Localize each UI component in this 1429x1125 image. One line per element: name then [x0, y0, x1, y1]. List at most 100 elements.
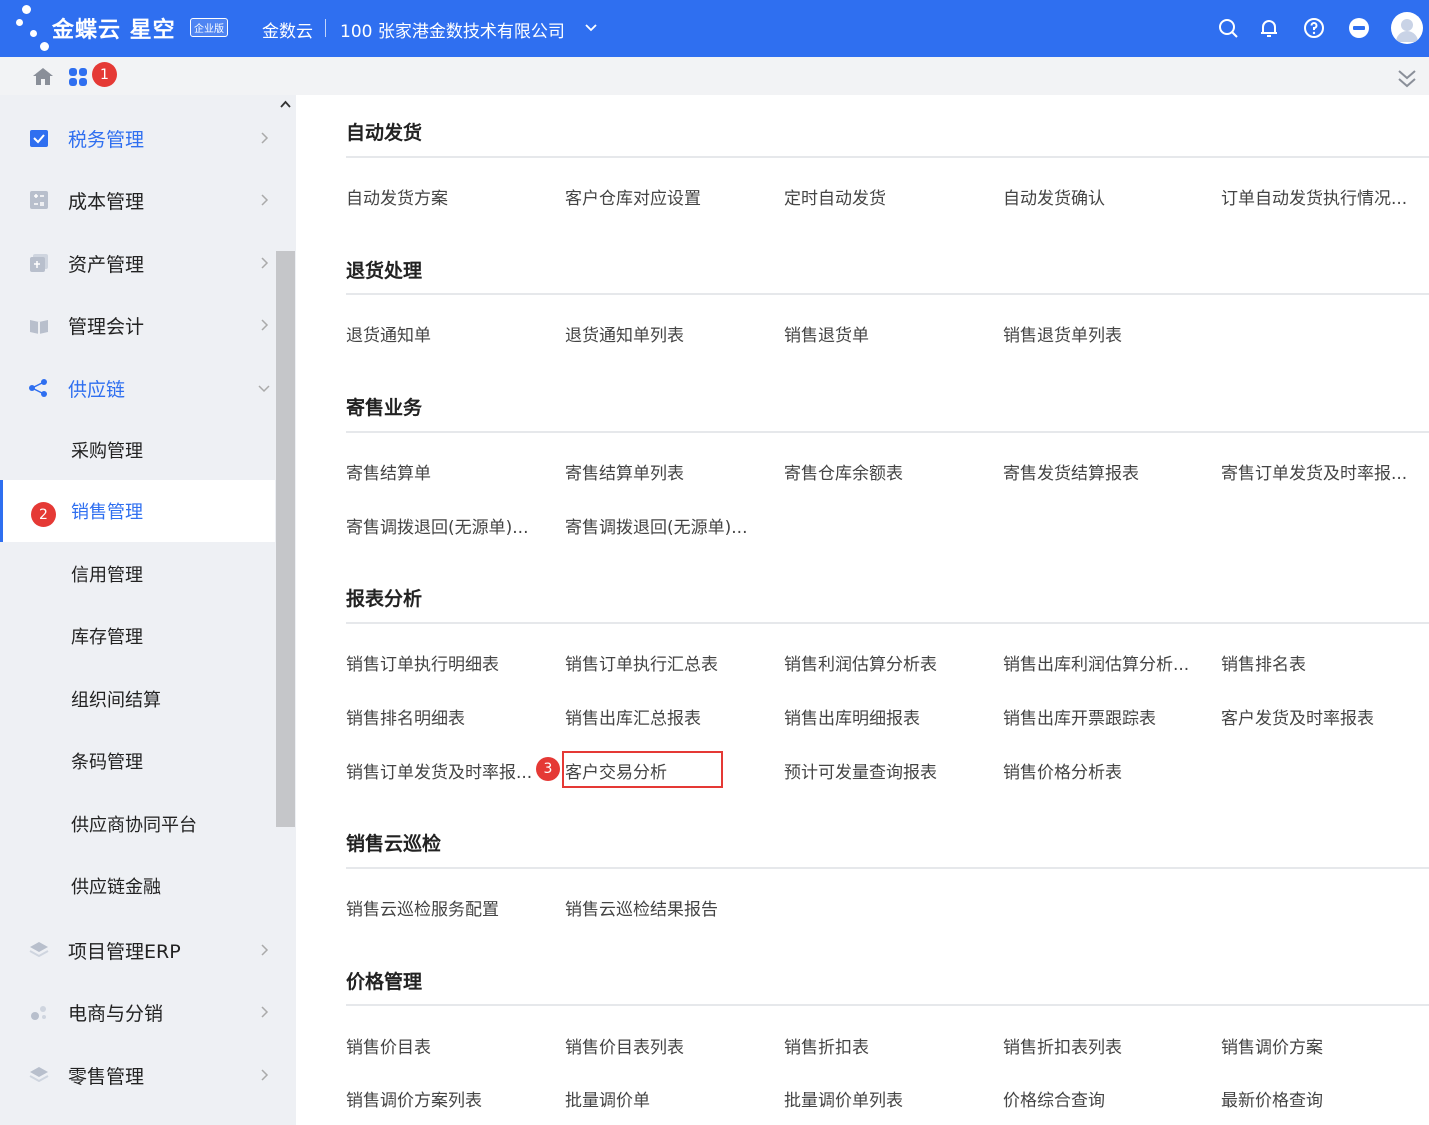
menu-link[interactable]: 批量调价单 [565, 1086, 770, 1111]
header-divider [325, 19, 326, 37]
section-divider [346, 156, 1429, 158]
avatar[interactable] [1391, 12, 1423, 44]
sidebar-scroll-thumb[interactable] [276, 251, 295, 827]
menu-link[interactable]: 销售利润估算分析表 [784, 650, 989, 675]
sidebar-item-label: 零售管理 [68, 1065, 145, 1088]
service-icon[interactable] [1347, 16, 1371, 40]
sidebar-item-cost[interactable]: 成本管理 [0, 169, 275, 231]
menu-link[interactable]: 寄售仓库余额表 [784, 459, 989, 484]
menu-link[interactable]: 自动发货确认 [1003, 184, 1208, 209]
logo-dot [30, 30, 37, 37]
sidebar-item-label: 电商与分销 [68, 1002, 164, 1025]
brand-name[interactable]: 金数云 [262, 17, 313, 42]
sidebar-item-supply-chain[interactable]: 供应链 [0, 357, 275, 419]
menu-link[interactable]: 销售云巡检服务配置 [346, 895, 551, 920]
menu-link[interactable]: 销售价目表列表 [565, 1033, 770, 1058]
app-logo[interactable]: 金蝶云 星空 企业版 [0, 0, 240, 57]
sidebar-subitem-label: 采购管理 [71, 441, 143, 462]
menu-link[interactable]: 价格综合查询 [1003, 1086, 1208, 1111]
chevron-down-icon[interactable] [583, 19, 599, 35]
menu-link[interactable]: 自动发货方案 [346, 184, 551, 209]
menu-link[interactable]: 寄售发货结算报表 [1003, 459, 1208, 484]
section-divider [346, 293, 1429, 295]
layers-icon [29, 942, 49, 958]
menu-link[interactable]: 销售出库汇总报表 [565, 704, 770, 729]
menu-link[interactable]: 批量调价单列表 [784, 1086, 989, 1111]
sidebar-subitem-supplier-platform[interactable]: 供应商协同平台 [0, 793, 275, 855]
sidebar-item-label: 供应链 [68, 378, 126, 401]
step-badge: 1 [92, 62, 117, 87]
home-icon[interactable] [32, 66, 54, 86]
double-chevron-down-icon[interactable] [1396, 66, 1418, 90]
sidebar-item-ecommerce[interactable]: 电商与分销 [0, 981, 275, 1043]
sidebar-subitem-label: 供应链金融 [71, 877, 161, 898]
sidebar-item-label: 管理会计 [68, 315, 145, 338]
menu-link[interactable]: 退货通知单 [346, 321, 551, 346]
sidebar-subitem-label: 销售管理 [71, 502, 143, 523]
apps-grid-icon[interactable] [68, 67, 88, 87]
sidebar-item-assets[interactable]: 资产管理 [0, 232, 275, 294]
logo-badge: 企业版 [190, 18, 228, 37]
menu-link[interactable]: 销售出库明细报表 [784, 704, 989, 729]
sidebar-subitem-barcode[interactable]: 条码管理 [0, 730, 275, 792]
search-icon[interactable] [1216, 16, 1240, 40]
menu-link[interactable]: 寄售调拨退回(无源单)... [346, 513, 551, 538]
book-icon [30, 320, 48, 334]
menu-link[interactable]: 销售云巡检结果报告 [565, 895, 770, 920]
menu-link[interactable]: 销售订单执行明细表 [346, 650, 551, 675]
section-divider [346, 867, 1429, 869]
menu-link[interactable]: 销售价格分析表 [1003, 758, 1208, 783]
sidebar-subitem-supply-chain-finance[interactable]: 供应链金融 [0, 855, 275, 917]
menu-link[interactable]: 销售出库开票跟踪表 [1003, 704, 1208, 729]
sidebar-item-retail[interactable]: 零售管理 [0, 1044, 275, 1106]
logo-dot [22, 5, 31, 14]
menu-link[interactable]: 客户仓库对应设置 [565, 184, 770, 209]
chevron-up-icon[interactable] [279, 98, 292, 110]
menu-link[interactable]: 销售退货单列表 [1003, 321, 1208, 346]
sidebar-item-label: 成本管理 [68, 190, 145, 213]
menu-link[interactable]: 销售排名表 [1221, 650, 1426, 675]
menu-link[interactable]: 销售调价方案 [1221, 1033, 1426, 1058]
menu-link[interactable]: 销售折扣表列表 [1003, 1033, 1208, 1058]
help-icon[interactable] [1302, 16, 1326, 40]
menu-link[interactable]: 最新价格查询 [1221, 1086, 1426, 1111]
company-selector[interactable]: 100 张家港金数技术有限公司 [340, 17, 565, 42]
bell-icon[interactable] [1257, 16, 1281, 40]
sidebar-subitem-purchase[interactable]: 采购管理 [0, 419, 275, 481]
menu-link[interactable]: 销售调价方案列表 [346, 1086, 551, 1111]
sidebar-subitem-label: 条码管理 [71, 752, 143, 773]
menu-link[interactable]: 销售排名明细表 [346, 704, 551, 729]
menu-link[interactable]: 预计可发量查询报表 [784, 758, 989, 783]
step-badge: 3 [536, 757, 560, 781]
menu-link[interactable]: 销售出库利润估算分析... [1003, 650, 1208, 675]
tax-icon [30, 130, 48, 147]
highlight-box [562, 751, 723, 788]
menu-link[interactable]: 客户发货及时率报表 [1221, 704, 1426, 729]
sidebar-subitem-inventory[interactable]: 库存管理 [0, 605, 275, 667]
menu-link[interactable]: 销售退货单 [784, 321, 989, 346]
sidebar-item-project-erp[interactable]: 项目管理ERP [0, 919, 275, 981]
menu-link[interactable]: 销售折扣表 [784, 1033, 989, 1058]
sidebar-item-tax[interactable]: 税务管理 [0, 107, 275, 169]
sidebar-subitem-label: 库存管理 [71, 627, 143, 648]
menu-link[interactable]: 销售订单执行汇总表 [565, 650, 770, 675]
menu-link[interactable]: 寄售结算单 [346, 459, 551, 484]
sidebar-subitem-credit[interactable]: 信用管理 [0, 543, 275, 605]
main-content [296, 95, 1429, 1125]
section-divider [346, 1004, 1429, 1006]
menu-link[interactable]: 寄售调拨退回(无源单)... [565, 513, 770, 538]
sidebar-subitem-label: 信用管理 [71, 565, 143, 586]
sidebar-item-label: 资产管理 [68, 253, 145, 276]
menu-link[interactable]: 寄售订单发货及时率报... [1221, 459, 1426, 484]
menu-link[interactable]: 退货通知单列表 [565, 321, 770, 346]
menu-link[interactable]: 定时自动发货 [784, 184, 989, 209]
menu-link[interactable]: 寄售结算单列表 [565, 459, 770, 484]
sidebar-item-management-accounting[interactable]: 管理会计 [0, 294, 275, 356]
sidebar-subitem-inter-org-settlement[interactable]: 组织间结算 [0, 668, 275, 730]
logo-dot [16, 19, 23, 26]
section-title: 退货处理 [346, 260, 423, 282]
menu-link[interactable]: 销售价目表 [346, 1033, 551, 1058]
chevron-right-icon [261, 1006, 269, 1018]
menu-link[interactable]: 订单自动发货执行情况... [1221, 184, 1426, 209]
menu-link[interactable]: 销售订单发货及时率报... [346, 758, 538, 783]
